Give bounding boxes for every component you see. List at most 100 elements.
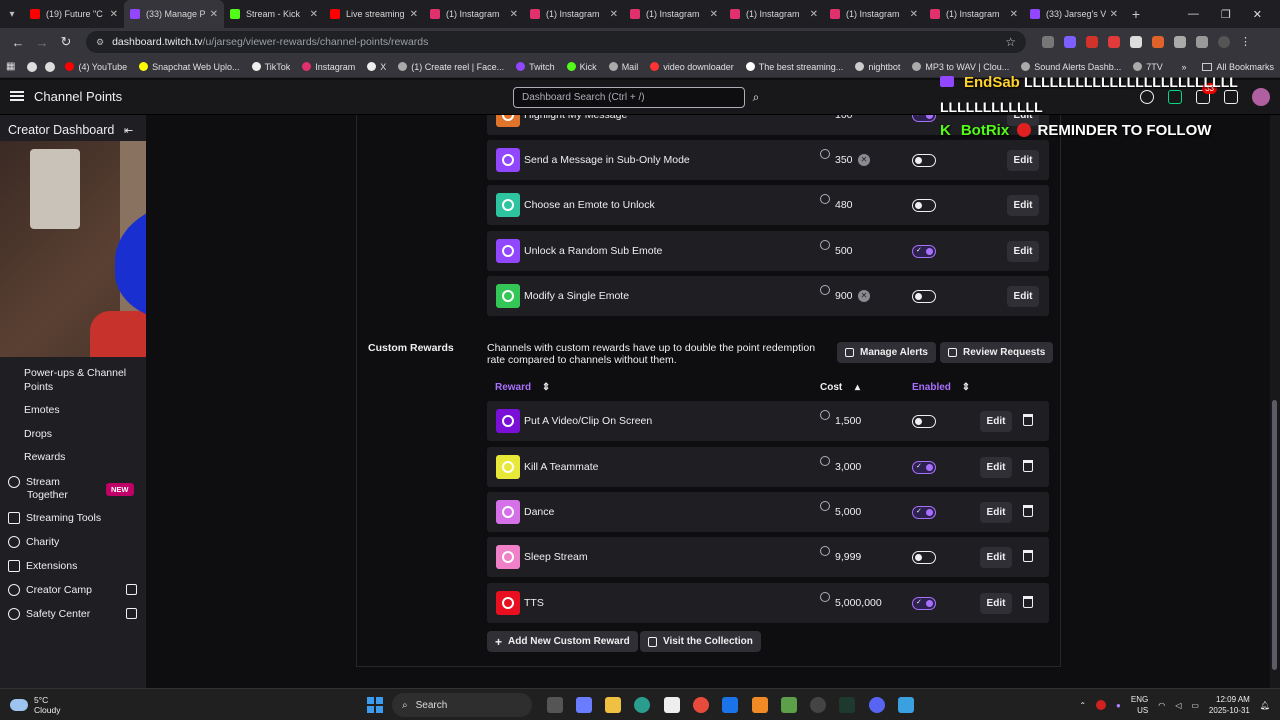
sidebar-item-stream-together-line2[interactable]: Together	[27, 489, 68, 501]
close-tab-icon[interactable]: ✕	[410, 9, 418, 20]
minimize-icon[interactable]: —	[1188, 8, 1199, 21]
enabled-toggle[interactable]: ✓	[912, 597, 936, 610]
review-requests-button[interactable]: Review Requests	[940, 342, 1054, 363]
weather-widget[interactable]: 5°C Cloudy	[10, 695, 60, 715]
browser-tab[interactable]: Stream - Kick ✕	[224, 0, 324, 28]
sidebar-item-rewards[interactable]: Rewards	[24, 451, 65, 463]
apps-grid-icon[interactable]: ▦	[6, 61, 15, 72]
browser-tab[interactable]: (1) Instagram ✕	[924, 0, 1024, 28]
taskbar-search[interactable]: ⌕ Search	[392, 693, 532, 717]
column-header-reward[interactable]: Reward ⇕	[495, 382, 550, 393]
bookmark-item[interactable]: TikTok	[251, 62, 290, 72]
trash-icon[interactable]	[1023, 460, 1033, 472]
page-scrollbar[interactable]	[1270, 115, 1280, 688]
edit-button[interactable]: Edit	[980, 502, 1012, 523]
mic-icon[interactable]: ●	[1116, 701, 1121, 710]
enabled-toggle[interactable]: ✓	[912, 115, 936, 122]
minecraft-icon[interactable]	[781, 697, 797, 713]
enabled-toggle[interactable]	[912, 290, 936, 303]
start-button[interactable]	[367, 697, 383, 713]
terminal-icon[interactable]	[839, 697, 855, 713]
manage-alerts-button[interactable]: Manage Alerts	[837, 342, 936, 363]
menu-dots-icon[interactable]: ⋮	[1240, 36, 1252, 48]
forward-icon[interactable]: →	[30, 35, 54, 50]
bookmark-item[interactable]: nightbot	[855, 62, 900, 72]
enabled-toggle[interactable]: ✓	[912, 461, 936, 474]
sidebar-item-safety-center[interactable]: Safety Center	[8, 608, 90, 620]
trash-icon[interactable]	[1023, 596, 1033, 608]
volume-icon[interactable]: ◁	[1175, 701, 1181, 710]
notification-bell-icon[interactable]: 🔔︎	[1260, 701, 1270, 710]
close-tab-icon[interactable]: ✕	[1010, 9, 1018, 20]
enabled-toggle[interactable]	[912, 415, 936, 428]
file-explorer-icon[interactable]	[605, 697, 621, 713]
trash-icon[interactable]	[1023, 505, 1033, 517]
close-tab-icon[interactable]: ✕	[810, 9, 818, 20]
visit-collection-button[interactable]: Visit the Collection	[640, 631, 761, 652]
maximize-icon[interactable]: ❐	[1221, 8, 1231, 21]
bookmark-item[interactable]: (4) YouTube	[65, 62, 127, 72]
extension-icon[interactable]	[1130, 36, 1142, 48]
bookmark-item[interactable]: Twitch	[516, 62, 555, 72]
sidebar-item-power-ups[interactable]: Power-ups & Channel	[24, 367, 126, 379]
sidebar-item-stream-together[interactable]: Stream	[8, 476, 60, 488]
extension-icon[interactable]	[1064, 36, 1076, 48]
obs-icon[interactable]	[810, 697, 826, 713]
add-custom-reward-button[interactable]: + Add New Custom Reward	[487, 631, 638, 652]
bookmark-item[interactable]: X	[367, 62, 386, 72]
bookmark-item[interactable]: The best streaming...	[745, 62, 843, 72]
extension-icon[interactable]	[1042, 36, 1054, 48]
profile-icon[interactable]	[1218, 36, 1230, 48]
back-icon[interactable]: ←	[6, 35, 30, 50]
copilot-icon[interactable]	[576, 697, 592, 713]
edit-button[interactable]: Edit	[1007, 150, 1039, 171]
discord-icon[interactable]	[869, 697, 885, 713]
search-icon[interactable]: ⌕	[746, 87, 766, 108]
battery-icon[interactable]: ▭	[1191, 701, 1199, 710]
url-field[interactable]: ⚙ dashboard.twitch.tv /u/jarseg/viewer-r…	[86, 31, 1026, 53]
puzzle-icon[interactable]	[1174, 36, 1186, 48]
clock[interactable]: 12:09 AM 2025-10-31	[1209, 694, 1250, 716]
column-header-cost[interactable]: Cost ▴	[820, 382, 860, 393]
extension-icon[interactable]	[1108, 36, 1120, 48]
edit-button[interactable]: Edit	[1007, 286, 1039, 307]
bookmark-item[interactable]: Snapchat Web Uplo...	[139, 62, 240, 72]
close-tab-icon[interactable]: ✕	[610, 9, 618, 20]
chrome-taskbar-icon[interactable]	[693, 697, 709, 713]
tab-search-icon[interactable]: ▾	[0, 0, 24, 28]
close-tab-icon[interactable]: ✕	[510, 9, 518, 20]
column-header-enabled[interactable]: Enabled ⇕	[912, 382, 970, 393]
enabled-toggle[interactable]: ✓	[912, 506, 936, 519]
language-indicator[interactable]: ENG US	[1131, 694, 1148, 716]
chrome-icon[interactable]	[27, 61, 38, 72]
chrome-icon[interactable]	[45, 61, 56, 72]
browser-tab[interactable]: (1) Instagram ✕	[724, 0, 824, 28]
scrollbar-thumb[interactable]	[1272, 400, 1277, 670]
site-info-icon[interactable]: ⚙	[96, 37, 104, 48]
bookmark-star-icon[interactable]: ☆	[1005, 35, 1016, 49]
close-tab-icon[interactable]: ✕	[910, 9, 918, 20]
edit-button[interactable]: Edit	[980, 411, 1012, 432]
sidebar-item-emotes[interactable]: Emotes	[24, 404, 60, 416]
browser-tab[interactable]: Live streaming ✕	[324, 0, 424, 28]
outlook-icon[interactable]	[722, 697, 738, 713]
new-tab-button[interactable]: +	[1124, 6, 1148, 22]
close-tab-icon[interactable]: ✕	[1110, 9, 1118, 20]
tray-chevron-icon[interactable]: ⌃	[1079, 701, 1086, 710]
sidebar-item-creator-camp[interactable]: Creator Camp	[8, 584, 92, 596]
browser-tab[interactable]: (1) Instagram ✕	[824, 0, 924, 28]
sidebar-item-extensions[interactable]: Extensions	[8, 560, 77, 572]
close-window-icon[interactable]: ✕	[1253, 8, 1262, 21]
edit-button[interactable]: Edit	[980, 457, 1012, 478]
enabled-toggle[interactable]	[912, 551, 936, 564]
tray-app-icon[interactable]	[1096, 700, 1107, 710]
task-view-icon[interactable]	[547, 697, 563, 713]
browser-tab[interactable]: (1) Instagram ✕	[424, 0, 524, 28]
media-icon[interactable]	[1196, 36, 1208, 48]
extension-icon[interactable]	[1152, 36, 1164, 48]
edit-button[interactable]: Edit	[1007, 195, 1039, 216]
edit-button[interactable]: Edit	[1007, 241, 1039, 262]
collapse-sidebar-icon[interactable]: ⇤	[124, 124, 133, 137]
sidebar-item-streaming-tools[interactable]: Streaming Tools	[8, 512, 101, 524]
wifi-icon[interactable]: ◠	[1158, 701, 1165, 710]
